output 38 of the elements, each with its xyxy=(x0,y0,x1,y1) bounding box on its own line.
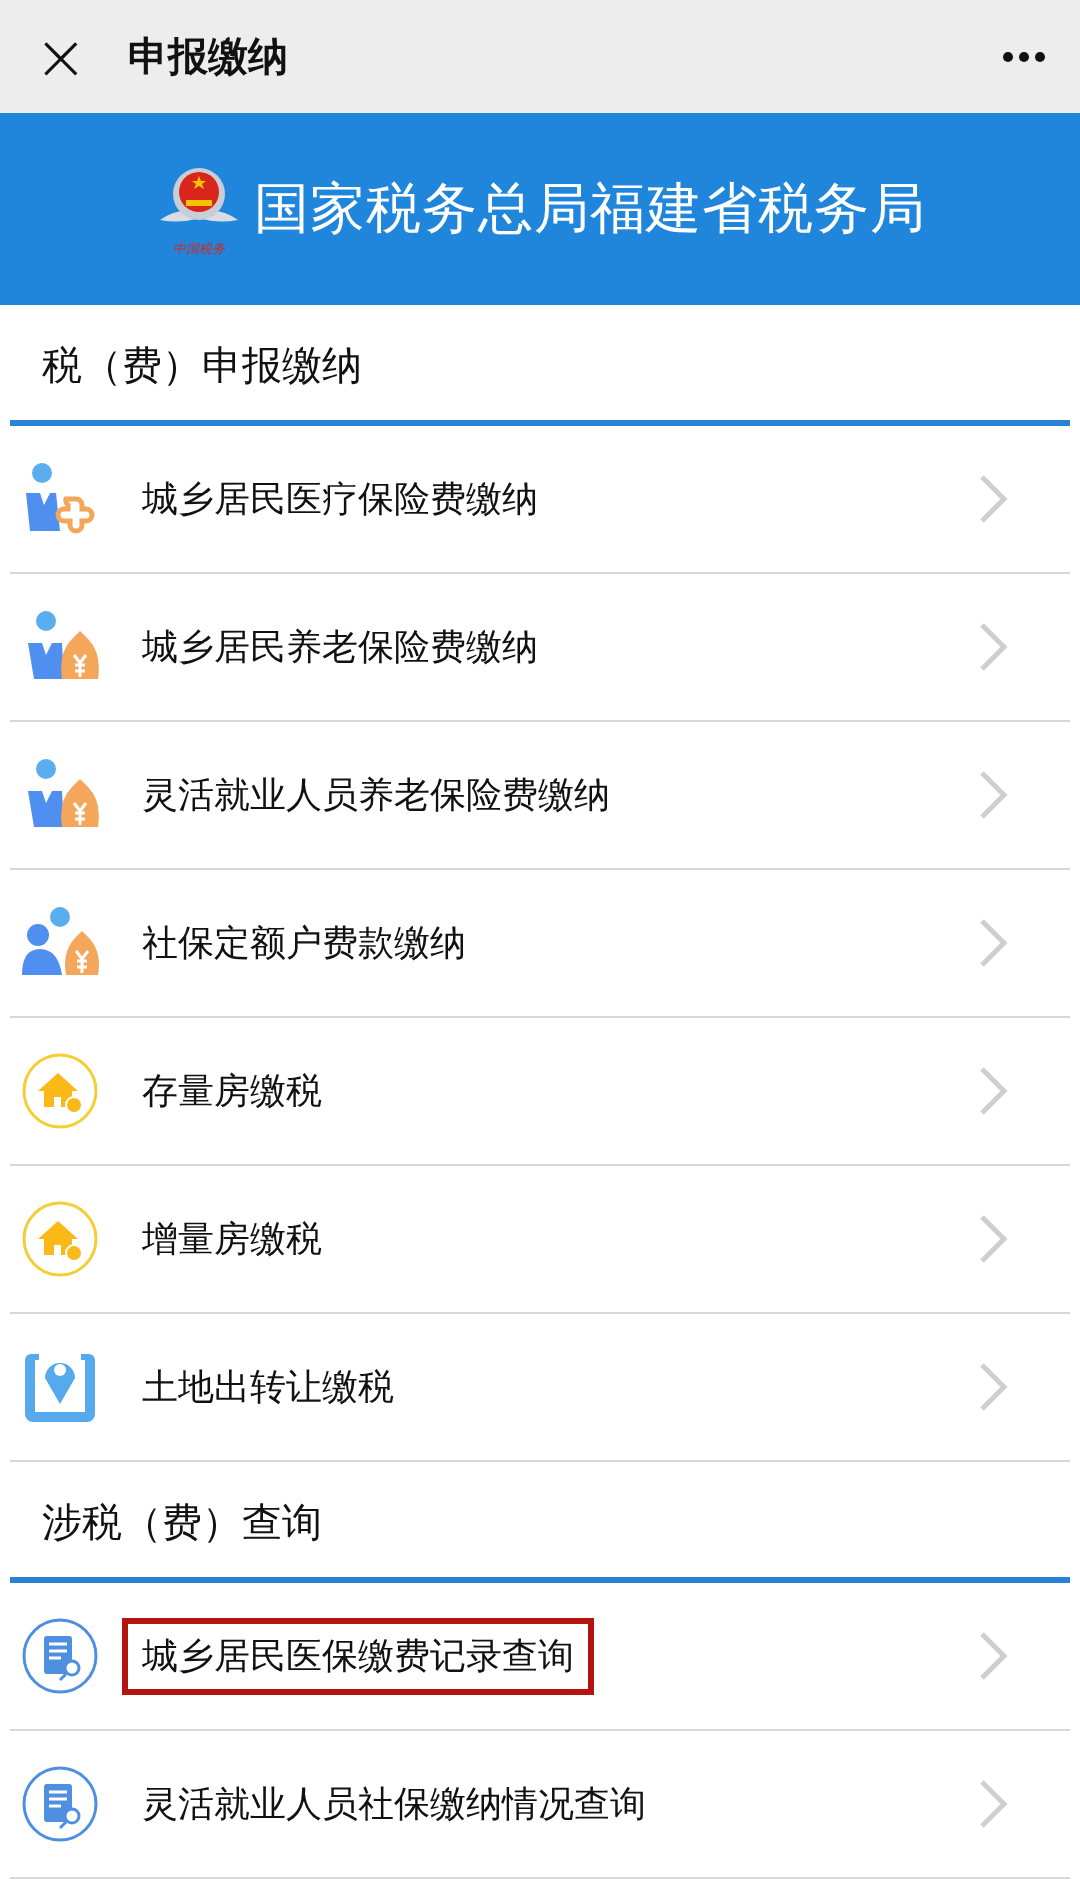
item-label: 灵活就业人员养老保险费缴纳 xyxy=(141,772,611,817)
chevron-right-icon xyxy=(978,769,1008,821)
close-button[interactable]: × xyxy=(34,24,88,89)
menu-item[interactable]: 社保定额户费款缴纳 xyxy=(10,870,1070,1018)
menu-item[interactable]: 灵活就业人员养老保险费缴纳 xyxy=(10,722,1070,870)
menu-item[interactable]: 土地出转让缴税 xyxy=(10,1314,1070,1462)
menu-item[interactable]: 存量房缴税 xyxy=(10,1018,1070,1166)
chevron-right-icon xyxy=(978,1778,1008,1830)
more-icon[interactable] xyxy=(1002,50,1046,63)
menu-item[interactable]: 城乡居民医疗保险费缴纳 xyxy=(10,426,1070,574)
chevron-right-icon xyxy=(978,473,1008,525)
document-search-icon xyxy=(20,1764,100,1844)
item-label: 灵活就业人员社保缴纳情况查询 xyxy=(141,1781,647,1826)
section-title: 税（费）申报缴纳 xyxy=(42,341,362,390)
chevron-right-icon xyxy=(978,1065,1008,1117)
house-coin-icon xyxy=(20,1051,100,1131)
item-label: 社保定额户费款缴纳 xyxy=(141,920,467,965)
house-coin-icon xyxy=(20,1199,100,1279)
menu-item[interactable]: 城乡居民养老保险费缴纳 xyxy=(10,574,1070,722)
menu-item[interactable]: 灵活就业人员社保缴纳情况查询 xyxy=(10,1731,1070,1879)
page-title: 申报缴纳 xyxy=(127,32,289,81)
document-search-icon xyxy=(20,1616,100,1696)
item-label: 增量房缴税 xyxy=(141,1216,323,1261)
chevron-right-icon xyxy=(978,1630,1008,1682)
chevron-right-icon xyxy=(978,1361,1008,1413)
banner-title: 国家税务总局福建省税务局 xyxy=(254,175,926,242)
menu-item[interactable]: 增量房缴税 xyxy=(10,1166,1070,1314)
chevron-right-icon xyxy=(978,917,1008,969)
highlighted-label: 城乡居民医保缴费记录查询 xyxy=(122,1617,594,1695)
menu-item[interactable]: 城乡居民医保缴费记录查询 xyxy=(10,1583,1070,1731)
chevron-right-icon xyxy=(978,621,1008,673)
item-label: 存量房缴税 xyxy=(141,1068,323,1113)
item-label: 土地出转让缴税 xyxy=(141,1364,395,1409)
chevron-right-icon xyxy=(978,1213,1008,1265)
section-title: 涉税（费）查询 xyxy=(42,1498,322,1547)
item-label: 城乡居民养老保险费缴纳 xyxy=(141,624,539,669)
emblem-caption: 中国税务 xyxy=(173,240,225,258)
item-label: 城乡居民医疗保险费缴纳 xyxy=(141,476,539,521)
